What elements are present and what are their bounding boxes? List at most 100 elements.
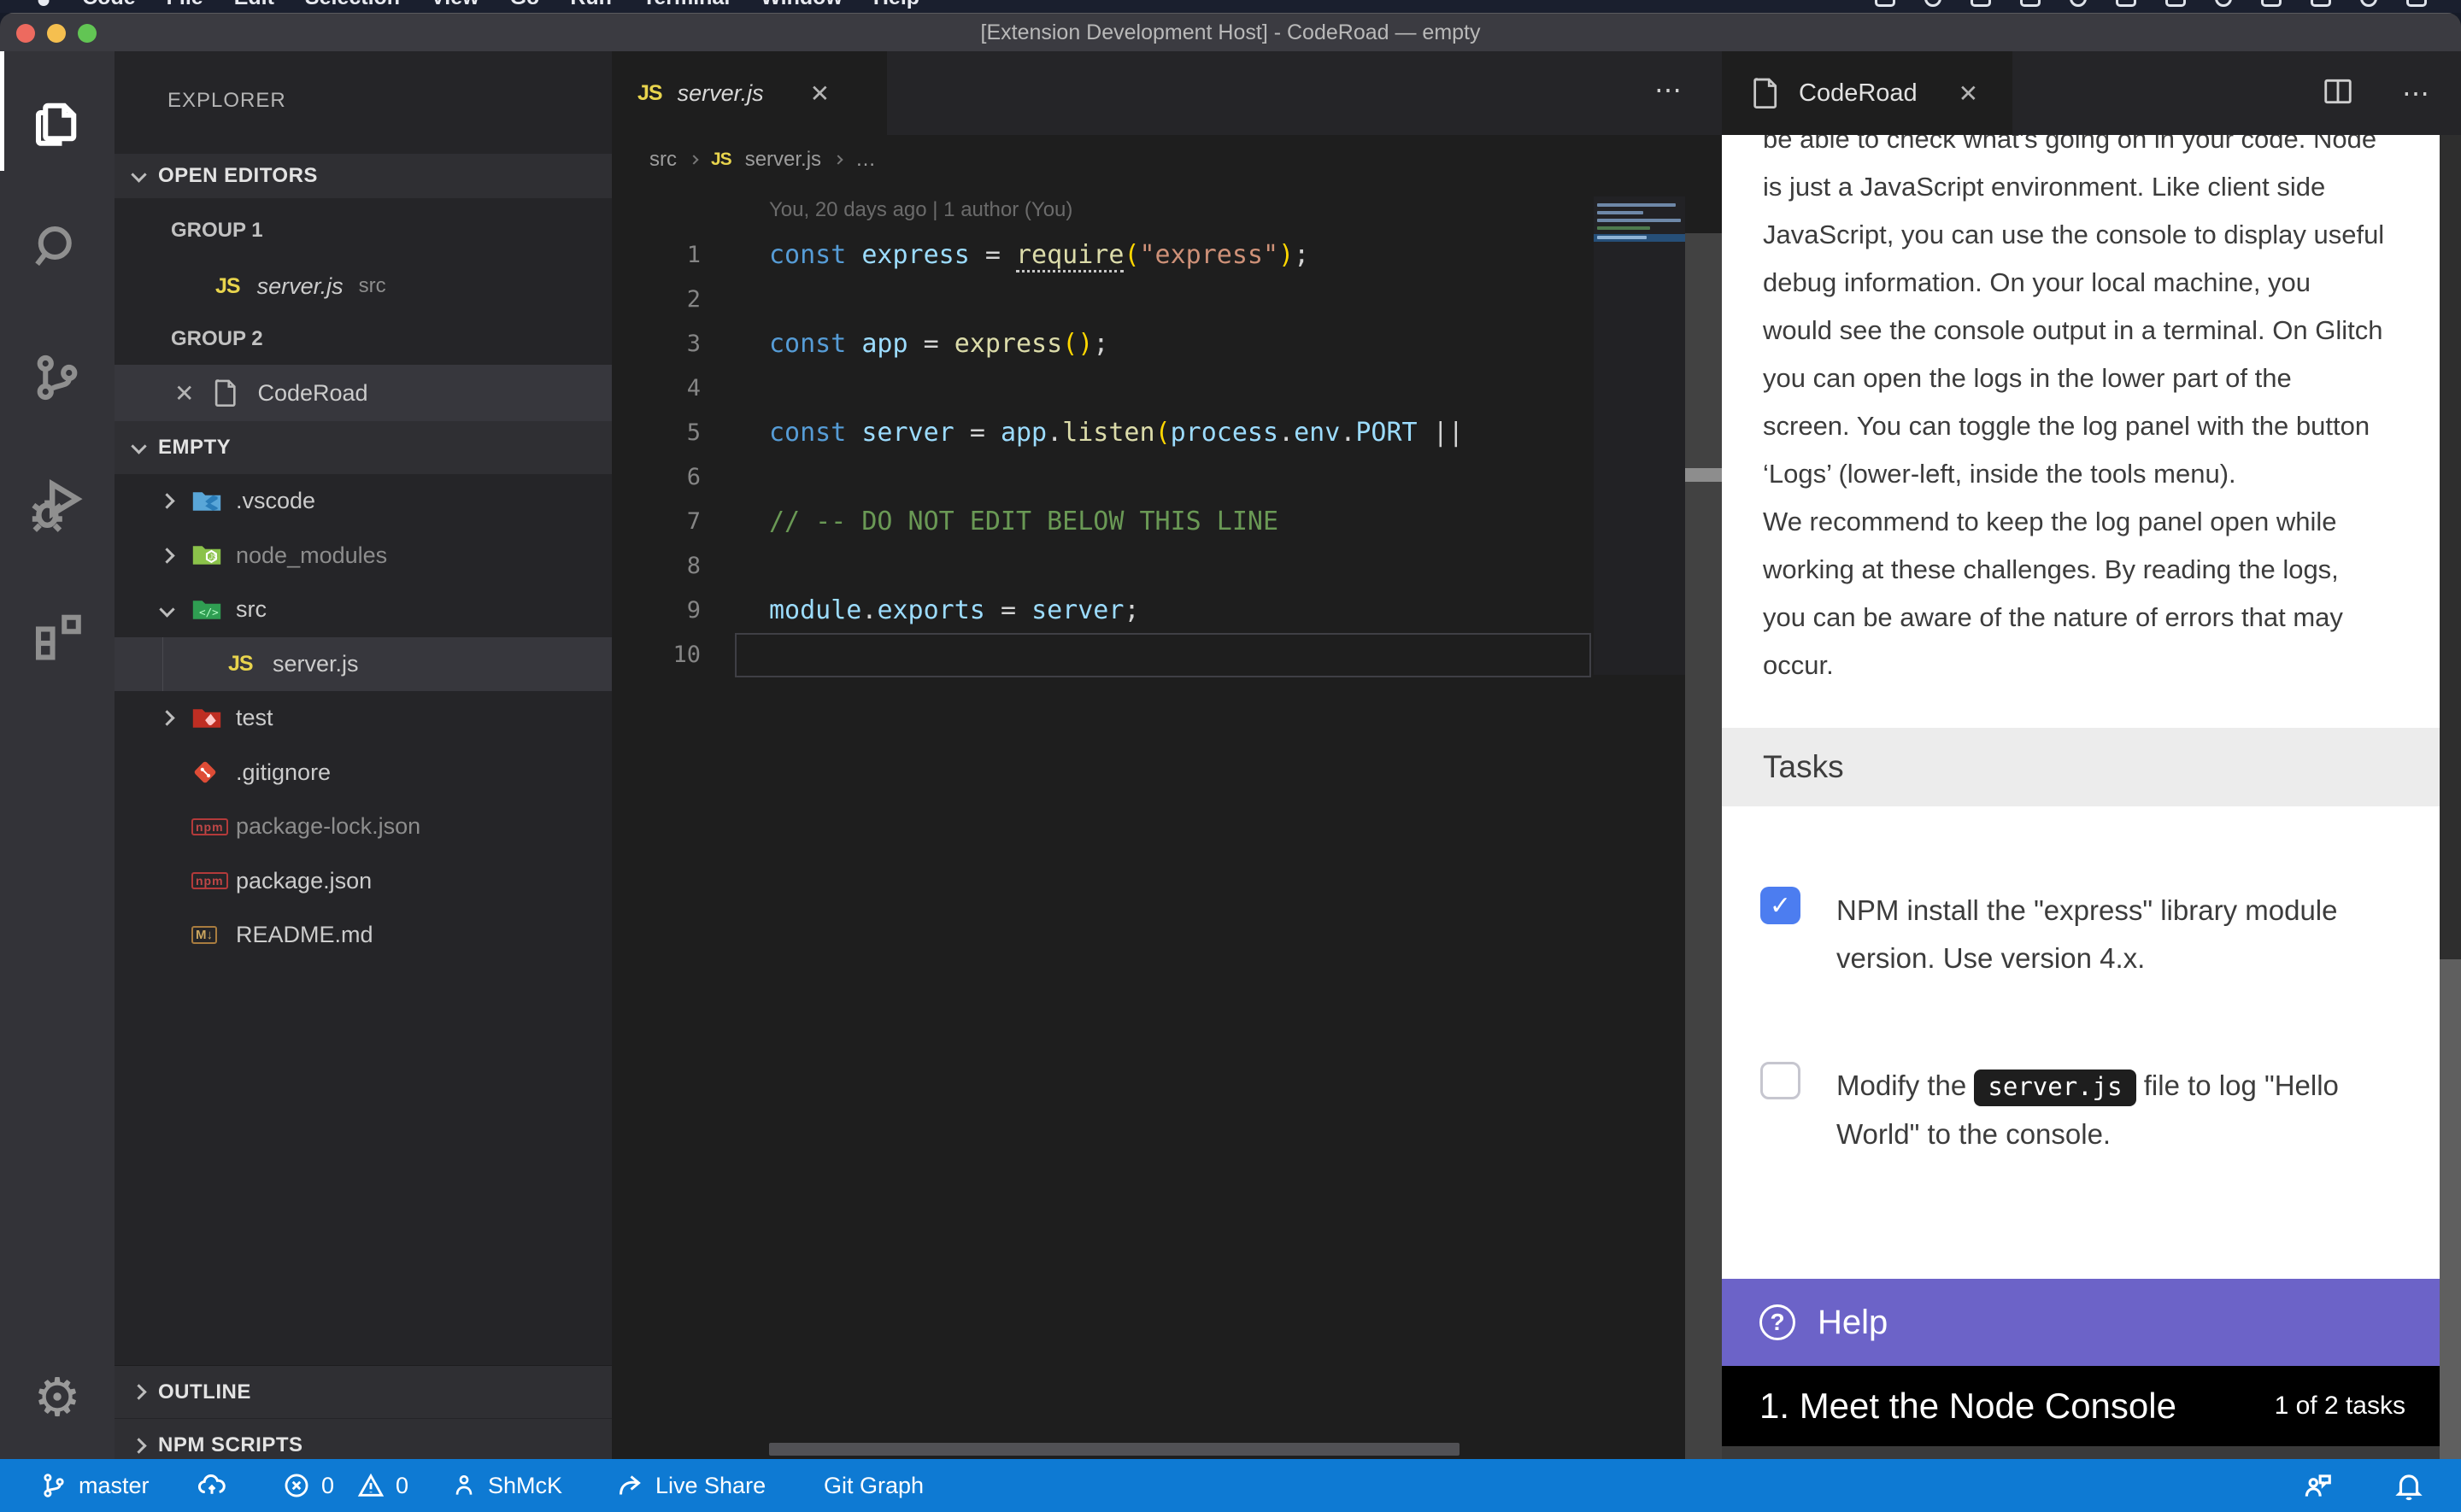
line-number: 2: [612, 278, 701, 322]
line-number: 4: [612, 366, 701, 411]
scrollbar-thumb[interactable]: [1685, 468, 1722, 482]
search-icon[interactable]: [2311, 0, 2331, 7]
breadcrumb-file[interactable]: server.js: [745, 148, 821, 172]
menu-item[interactable]: Help: [873, 0, 919, 13]
folder-section-header[interactable]: EMPTY: [115, 421, 612, 474]
outline-section-header[interactable]: OUTLINE: [115, 1365, 612, 1418]
open-editors-header[interactable]: OPEN EDITORS: [115, 154, 612, 198]
tree-item-readme-md[interactable]: M↓README.md: [115, 908, 612, 963]
tab-server-js[interactable]: JS server.js ✕: [612, 51, 887, 135]
open-editor-coderoad[interactable]: ✕ CodeRoad: [115, 365, 612, 421]
liveshare-account-status[interactable]: ShMcK: [450, 1459, 562, 1512]
control-center-icon[interactable]: [2406, 0, 2427, 7]
sync-cloud-icon[interactable]: [195, 1459, 229, 1512]
chevron-right-icon: [131, 1384, 146, 1399]
vscode-window: [Extension Development Host] - CodeRoad …: [0, 13, 2461, 1512]
tree-item-package-lock-json[interactable]: npmpackage-lock.json: [115, 800, 612, 854]
display-icon[interactable]: [2165, 0, 2186, 7]
close-icon[interactable]: ✕: [174, 379, 194, 407]
webview-scrollbar[interactable]: [2440, 135, 2461, 1472]
breadcrumb-folder[interactable]: src: [649, 148, 677, 172]
feedback-icon[interactable]: [2300, 1459, 2335, 1512]
code-line-6[interactable]: 6: [612, 455, 1722, 500]
tree-item-package-json[interactable]: npmpackage.json: [115, 854, 612, 909]
lesson-text-line: you can be aware of the nature of errors…: [1763, 594, 2429, 642]
open-editor-server-js[interactable]: JS server.js src: [115, 259, 612, 314]
js-file-icon: JS: [711, 149, 731, 170]
tree-item-server-js[interactable]: JSserver.js: [115, 637, 612, 692]
code-line-1[interactable]: 1const express = require("express");: [612, 233, 1722, 278]
apple-menu[interactable]: ●: [36, 0, 51, 13]
minimap[interactable]: [1594, 196, 1685, 675]
siri-icon[interactable]: [2360, 0, 2377, 7]
split-editor-icon[interactable]: [2322, 75, 2354, 112]
notifications-bell-icon[interactable]: [2393, 1459, 2425, 1512]
code-line-2[interactable]: 2: [612, 278, 1722, 322]
code-line-4[interactable]: 4: [612, 366, 1722, 411]
lesson-text-line: occur.: [1763, 642, 2429, 689]
run-debug-icon[interactable]: [0, 453, 115, 555]
tree-item-src[interactable]: </>src: [115, 583, 612, 637]
task-checkbox[interactable]: ✓: [1760, 887, 1800, 924]
settings-gear-icon[interactable]: ⚙: [0, 1345, 115, 1448]
menu-item[interactable]: Window: [761, 0, 843, 13]
task-checkbox[interactable]: [1760, 1062, 1800, 1099]
lesson-text-line: JavaScript, you can use the console to d…: [1763, 211, 2429, 259]
tree-item-label: .vscode: [236, 488, 315, 514]
menu-item[interactable]: Code: [82, 0, 136, 13]
tree-item-node-modules[interactable]: JSnode_modules: [115, 529, 612, 583]
cursor-icon[interactable]: [2020, 0, 2041, 7]
battery-icon[interactable]: [2116, 0, 2136, 7]
source-control-icon[interactable]: [0, 326, 115, 429]
wifi-icon[interactable]: [2215, 0, 2232, 7]
menu-item[interactable]: View: [431, 0, 479, 13]
code-line-9[interactable]: 9module.exports = server;: [612, 589, 1722, 633]
menu-item[interactable]: Edit: [234, 0, 274, 13]
code-line-3[interactable]: 3const app = express();: [612, 322, 1722, 366]
code-line-7[interactable]: 7// -- DO NOT EDIT BELOW THIS LINE: [612, 500, 1722, 544]
refresh-icon[interactable]: [1971, 0, 1991, 7]
extensions-icon[interactable]: [0, 583, 115, 685]
layout-icon[interactable]: [1875, 0, 1895, 7]
tree-item-test[interactable]: test: [115, 691, 612, 746]
tree-item--gitignore[interactable]: .gitignore: [115, 746, 612, 800]
help-button[interactable]: ? Help: [1722, 1279, 2440, 1366]
code-line-5[interactable]: 5const server = app.listen(process.env.P…: [612, 411, 1722, 455]
git-branch-status[interactable]: master: [39, 1459, 150, 1512]
svg-text:</>: </>: [199, 606, 219, 618]
lesson-bar[interactable]: 1. Meet the Node Console 1 of 2 tasks: [1722, 1366, 2440, 1446]
close-icon[interactable]: ✕: [1959, 79, 1978, 108]
tree-item--vscode[interactable]: .vscode: [115, 474, 612, 529]
play-icon[interactable]: [2070, 0, 2087, 7]
close-icon[interactable]: ✕: [810, 79, 830, 108]
task-label: Modify the server.js file to log "Hello …: [1836, 1062, 2400, 1158]
problems-status[interactable]: 0 0: [282, 1459, 408, 1512]
code-line-8[interactable]: 8: [612, 544, 1722, 589]
tab-coderoad[interactable]: CodeRoad ✕: [1722, 51, 2012, 135]
liveshare-status[interactable]: Live Share: [614, 1459, 766, 1512]
menu-item[interactable]: File: [167, 0, 203, 13]
menu-item[interactable]: Go: [510, 0, 540, 13]
breadcrumb-symbol[interactable]: …: [855, 148, 876, 172]
menu-item[interactable]: Terminal: [643, 0, 730, 13]
tree-item-label: package-lock.json: [236, 813, 420, 840]
search-icon[interactable]: [0, 196, 115, 299]
editor-more-actions-icon[interactable]: ⋯: [1654, 73, 1684, 106]
lesson-text-line: We recommend to keep the log panel open …: [1763, 498, 2429, 546]
explorer-icon[interactable]: [0, 71, 115, 173]
chevron-down-icon: [131, 438, 146, 454]
clock[interactable]: [2261, 0, 2282, 7]
record-icon[interactable]: [1924, 0, 1941, 7]
horizontal-scrollbar[interactable]: [769, 1443, 1460, 1456]
tree-item-label: node_modules: [236, 542, 387, 569]
menu-item[interactable]: Selection: [305, 0, 400, 13]
panel-more-actions-icon[interactable]: ⋯: [2402, 77, 2432, 109]
scrollbar-thumb[interactable]: [2440, 959, 2461, 1472]
editor-vertical-scrollbar[interactable]: [1685, 233, 1722, 1459]
menu-item[interactable]: Run: [570, 0, 612, 13]
menu-items[interactable]: ● Code File Edit Selection View Go Run Terminal W…: [36, 0, 919, 13]
menu-status-icons[interactable]: [1875, 0, 2427, 7]
git-graph-status[interactable]: Git Graph: [824, 1459, 924, 1512]
git-blame-annotation[interactable]: You, 20 days ago | 1 author (You): [769, 198, 1072, 222]
breadcrumb[interactable]: src JS server.js …: [649, 135, 876, 185]
